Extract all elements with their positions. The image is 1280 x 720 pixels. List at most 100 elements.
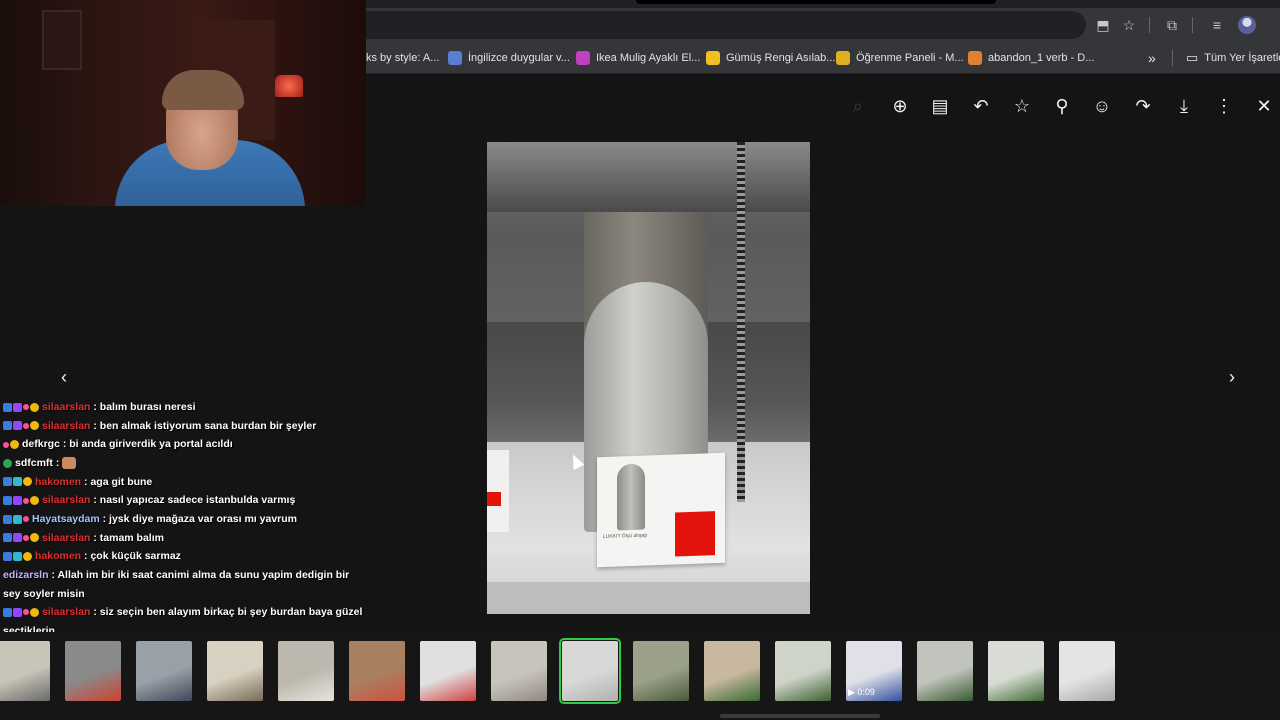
install-icon[interactable]: ⬒ [1094,16,1112,34]
badge-icon [23,534,29,541]
webcam-overlay [0,0,366,206]
badge-icon [3,441,9,448]
pin-icon[interactable]: ⚲ [1050,94,1074,118]
chat-message: silaarslan : nasıl yapıcaz sadece istanb… [0,491,366,510]
chat-message: silaarslan : ben almak istiyorum sana bu… [0,417,366,436]
chat-username: defkrgc [22,438,60,451]
chat-badges [3,529,40,548]
badge-icon [3,496,12,506]
badge-icon [13,552,22,562]
thumbnail[interactable] [136,641,192,701]
chat-badges [3,473,33,492]
chat-username: silaarslan [42,531,91,544]
thumbnail[interactable] [491,641,547,701]
streamer-hair [162,70,244,110]
thumbnail[interactable] [775,641,831,701]
bookmark-label: Gümüş Rengi Asılab... [726,52,836,64]
chat-text: : tamam balım [90,531,164,544]
chat-message: edizarsln : Allah im bir iki saat canimi… [0,566,366,603]
zoom-in-icon[interactable]: ⊕ [888,94,912,118]
profile-avatar[interactable] [1238,16,1256,34]
thumbnail[interactable] [207,641,263,701]
chat-username: silaarslan [42,401,91,414]
badge-icon [3,458,12,468]
shelf-rail [737,142,745,502]
chat-text: : nasıl yapıcaz sadece istanbulda varmış [90,494,296,507]
bookmark-item[interactable]: Öğrenme Paneli - M... [836,50,964,66]
address-bar[interactable] [366,11,1086,39]
emoji-icon[interactable]: ☺ [1090,94,1114,118]
chat-username: hakomen [35,475,82,488]
bookmark-item[interactable]: abandon_1 verb - D... [968,50,1094,66]
chat-text: : jysk diye mağaza var orası mı yavrum [99,513,297,526]
previous-arrow-icon[interactable]: ‹ [53,366,75,388]
star-icon[interactable]: ☆ [1120,16,1138,34]
chat-badges [3,417,40,436]
bookmark-label: İngilizce duygular v... [468,52,570,64]
bookmark-favicon-icon [836,51,850,65]
thumbnail[interactable] [0,641,50,701]
thumbnail[interactable] [633,641,689,701]
reply-icon[interactable]: ↶ [969,94,993,118]
badge-icon [3,607,12,617]
badge-icon [3,402,12,412]
toolbar-divider [1192,17,1193,33]
extensions-icon[interactable]: ⧉ [1163,16,1181,34]
thumbnail[interactable] [65,641,121,701]
active-tab[interactable] [636,0,996,4]
thumbnail[interactable] [420,641,476,701]
strip-scrollbar[interactable] [720,714,880,718]
badge-icon [23,497,29,504]
thumbnail[interactable] [917,641,973,701]
badge-icon [13,533,22,543]
bookmarks-bar: ks by style: A... İngilizce duygular v...… [366,42,1280,74]
bookmark-item[interactable]: Gümüş Rengi Asılab... [706,50,835,66]
close-icon[interactable]: ✕ [1252,94,1276,118]
chat-text: : bi anda giriverdik ya portal acıldı [59,438,233,451]
badge-icon [23,516,29,523]
bookmark-label: ks by style: A... [366,52,440,64]
chat-badges [3,603,40,622]
thumbnail[interactable]: ▶ 0:09 [846,641,902,701]
badge-icon [30,607,39,617]
thumbnail-selected[interactable] [559,638,621,704]
bookmark-item[interactable]: İngilizce duygular v... [448,50,570,66]
chat-text: : ben almak istiyorum sana burdan bir şe… [90,419,317,432]
chat-username: Hayatsaydam [32,513,100,526]
thumbnail[interactable] [704,641,760,701]
thumbnail-strip: ▶ 0:09 [0,632,1280,720]
chat-message: silaarslan : tamam balım [0,529,366,548]
badge-icon [3,421,12,431]
thumbnail[interactable] [278,641,334,701]
badge-icon [13,514,22,524]
badge-icon [23,477,32,487]
bookmark-favicon-icon [968,51,982,65]
next-arrow-icon[interactable]: › [1221,366,1243,388]
all-bookmarks-folder[interactable]: ▭ Tüm Yer İşaretleri [1186,50,1280,66]
download-icon[interactable]: ⤓ [1172,94,1196,118]
thumbnail[interactable] [349,641,405,701]
badge-icon [13,607,22,617]
chat-badges [3,454,13,473]
bookmarks-more-icon[interactable]: » [1148,50,1156,66]
shelf-edge [487,582,810,614]
chat-badges [3,435,20,454]
caption-icon[interactable]: ▤ [928,94,952,118]
bookmark-item[interactable]: Ikea Mulig Ayaklı El... [576,50,700,66]
more-icon[interactable]: ⋮ [1212,94,1236,118]
forward-icon[interactable]: ↷ [1131,94,1155,118]
bookmark-item[interactable]: ks by style: A... [366,50,439,66]
media-icon[interactable]: ≡ [1208,16,1226,34]
chat-badges [3,491,40,510]
badge-icon [3,533,12,543]
badge-icon [23,404,29,411]
chat-username: silaarslan [42,606,91,619]
star-icon[interactable]: ☆ [1010,94,1034,118]
chat-username: sdfcmft [15,457,53,470]
badge-icon [30,496,39,506]
thumbnail[interactable] [1059,641,1115,701]
thumbnail[interactable] [988,641,1044,701]
wall-picture [42,10,82,70]
chat-username: edizarsln [3,569,49,582]
chat-text: : aga git bune [81,475,153,488]
